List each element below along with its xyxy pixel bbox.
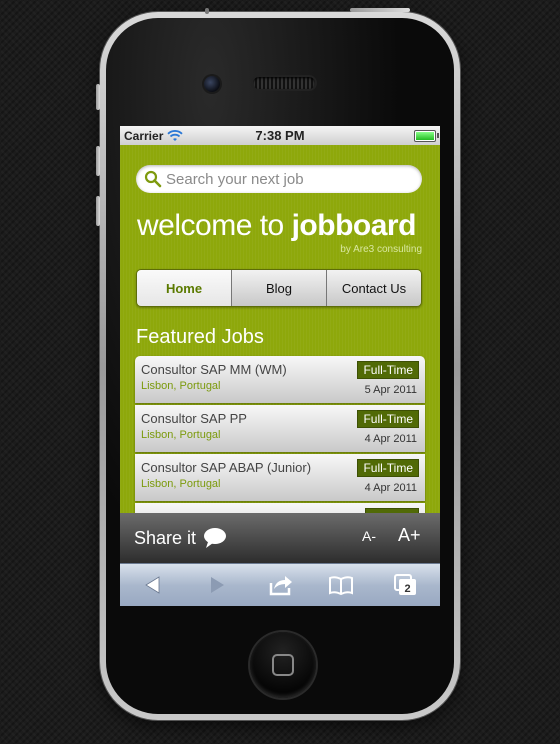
job-location: Lisbon, Portugal: [141, 429, 221, 441]
share-label[interactable]: Share it: [134, 528, 196, 549]
volume-up-button: [96, 146, 100, 176]
nav-home[interactable]: Home: [137, 270, 231, 306]
share-icon[interactable]: [268, 574, 294, 596]
back-icon[interactable]: [140, 574, 166, 596]
job-title: Consultor SAP PP: [141, 411, 247, 426]
featured-jobs-heading: Featured Jobs: [136, 326, 264, 348]
nav-contact-us[interactable]: Contact Us: [326, 270, 421, 306]
bookmarks-icon[interactable]: [328, 574, 354, 596]
silent-switch: [96, 84, 100, 110]
main-nav: Home Blog Contact Us: [136, 269, 422, 307]
front-camera: [204, 76, 220, 92]
forward-icon[interactable]: [204, 574, 230, 596]
job-item[interactable]: Consultor SAP PP Lisbon, Portugal Full-T…: [135, 405, 425, 452]
brand-prefix: welcome to: [137, 209, 292, 242]
phone-screen: Carrier 7:38 PM welcome to jobboard by A…: [120, 126, 440, 606]
nav-blog[interactable]: Blog: [231, 270, 326, 306]
tabs-icon[interactable]: 2: [392, 574, 418, 596]
job-item[interactable]: Consultor SAP MM (WM) Lisbon, Portugal F…: [135, 356, 425, 403]
home-square-icon: [272, 654, 294, 676]
safari-toolbar: 2: [120, 563, 440, 606]
earpiece-speaker: [253, 77, 315, 89]
tabs-count: 2: [404, 583, 410, 595]
font-decrease-button[interactable]: A-: [362, 528, 376, 544]
comment-icon[interactable]: [202, 527, 228, 549]
font-increase-button[interactable]: A+: [398, 525, 421, 546]
job-date: 4 Apr 2011: [364, 482, 417, 494]
job-date: 5 Apr 2011: [364, 384, 417, 396]
job-date: 4 Apr 2011: [364, 433, 417, 445]
volume-down-button: [96, 196, 100, 226]
brand-name: jobboard: [291, 209, 417, 242]
search-bar[interactable]: [136, 165, 422, 193]
status-bar: Carrier 7:38 PM: [120, 126, 440, 145]
sleep-button: [350, 8, 410, 12]
job-type-badge: Full-Time: [357, 459, 419, 477]
battery-icon: [414, 130, 439, 142]
job-type-badge: Full-Time: [357, 410, 419, 428]
page-content: welcome to jobboard by Are3 consulting H…: [120, 145, 440, 550]
job-item[interactable]: Consultor SAP ABAP (Junior) Lisbon, Port…: [135, 454, 425, 501]
share-bar: Share it A- A+: [120, 513, 440, 563]
search-icon: [144, 170, 162, 188]
home-button[interactable]: [250, 632, 316, 698]
brand-byline: by Are3 consulting: [340, 244, 422, 255]
search-input[interactable]: [166, 170, 406, 188]
brand-logo: welcome to jobboard: [137, 209, 416, 243]
job-title: Consultor SAP MM (WM): [141, 362, 287, 377]
job-title: Consultor SAP ABAP (Junior): [141, 460, 312, 475]
top-edge-mark: [205, 8, 209, 14]
status-time: 7:38 PM: [255, 128, 305, 143]
job-location: Lisbon, Portugal: [141, 478, 221, 490]
job-location: Lisbon, Portugal: [141, 380, 221, 392]
job-type-badge: Full-Time: [357, 361, 419, 379]
